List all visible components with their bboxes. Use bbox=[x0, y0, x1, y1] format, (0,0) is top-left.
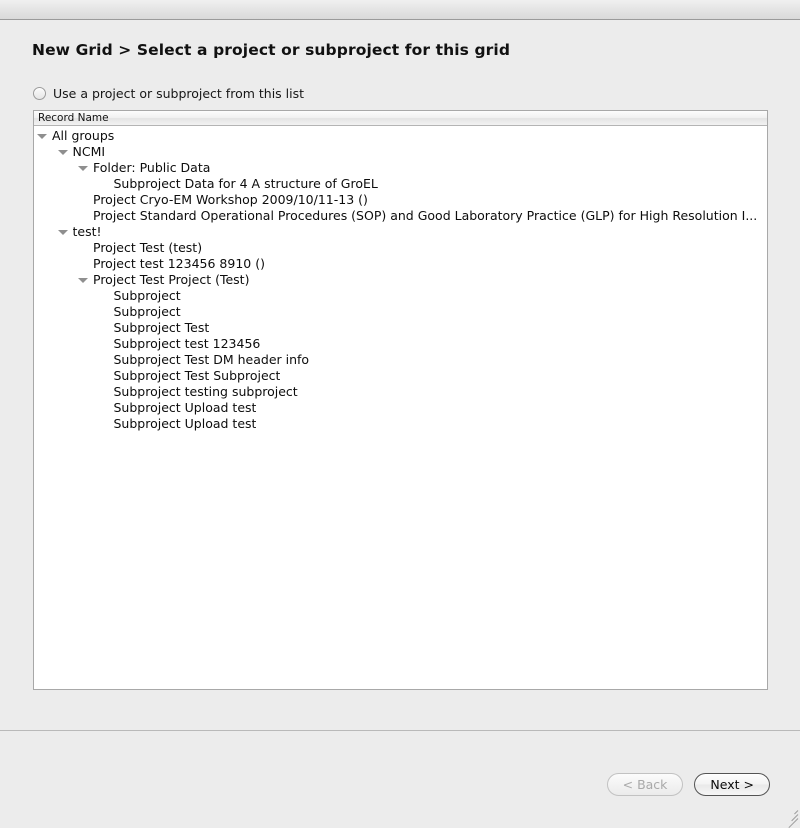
window-titlebar[interactable] bbox=[0, 0, 800, 20]
project-tree[interactable]: All groups NCMI Folder: Public Data Subproj… bbox=[34, 126, 767, 432]
triangle-down-icon[interactable] bbox=[78, 278, 88, 283]
project-tree-panel[interactable]: Record Name All groups NCMI Folder: Public… bbox=[33, 110, 768, 690]
project-source-radio-option[interactable]: Use a project or subproject from this li… bbox=[33, 84, 304, 102]
tree-row-label: Subproject testing subproject bbox=[113, 384, 298, 399]
tree-row-label: Project Test Project (Test) bbox=[93, 272, 250, 287]
tree-row[interactable]: Subproject Test Subproject bbox=[34, 368, 767, 384]
resize-grip[interactable] bbox=[784, 806, 799, 828]
tree-row-label: Subproject Test Subproject bbox=[113, 368, 281, 383]
tree-row-label: Project Test (test) bbox=[93, 240, 203, 255]
tree-row[interactable]: test! bbox=[34, 224, 767, 240]
tree-row[interactable]: Subproject Upload test bbox=[34, 400, 767, 416]
tree-row[interactable]: Subproject Test DM header info bbox=[34, 352, 767, 368]
triangle-down-icon[interactable] bbox=[37, 134, 47, 139]
tree-row-label: test! bbox=[72, 224, 102, 239]
tree-row-label: Subproject bbox=[113, 304, 181, 319]
project-source-radio-label: Use a project or subproject from this li… bbox=[53, 85, 305, 101]
tree-row-label: Project test 123456 8910 () bbox=[93, 256, 265, 271]
footer-separator bbox=[0, 730, 800, 731]
tree-row-label: Project Standard Operational Procedures … bbox=[93, 208, 758, 223]
tree-row-label: NCMI bbox=[72, 144, 106, 159]
tree-row[interactable]: Subproject test 123456 bbox=[34, 336, 767, 352]
tree-row[interactable]: NCMI bbox=[34, 144, 767, 160]
tree-row[interactable]: Project Test (test) bbox=[34, 240, 767, 256]
radio-unchecked-icon[interactable] bbox=[33, 86, 46, 100]
wizard-content: New Grid > Select a project or subprojec… bbox=[0, 21, 800, 828]
wizard-button-bar: < Back Next > bbox=[606, 773, 770, 796]
column-header-record-name: Record Name bbox=[38, 112, 109, 124]
triangle-down-icon[interactable] bbox=[57, 150, 68, 155]
tree-row-label: Subproject bbox=[113, 288, 181, 303]
triangle-down-icon[interactable] bbox=[57, 230, 68, 235]
tree-row[interactable]: Project test 123456 8910 () bbox=[34, 256, 767, 272]
tree-row-label: All groups bbox=[52, 128, 115, 143]
tree-row-label: Subproject test 123456 bbox=[113, 336, 261, 351]
tree-row[interactable]: Project Standard Operational Procedures … bbox=[34, 208, 767, 224]
tree-row-label: Subproject Test DM header info bbox=[113, 352, 310, 367]
tree-row[interactable]: Subproject bbox=[34, 304, 767, 320]
tree-row-label: Project Cryo-EM Workshop 2009/10/11-13 (… bbox=[93, 192, 368, 207]
next-button[interactable]: Next > bbox=[694, 773, 770, 796]
page-title: New Grid > Select a project or subprojec… bbox=[32, 41, 511, 59]
tree-row[interactable]: Subproject Upload test bbox=[34, 416, 767, 432]
tree-row-label: Subproject Data for 4 A structure of Gro… bbox=[113, 176, 378, 191]
tree-row-label: Subproject Test bbox=[113, 320, 210, 335]
tree-row-label: Subproject Upload test bbox=[113, 416, 257, 431]
tree-row[interactable]: Project Test Project (Test) bbox=[34, 272, 767, 288]
tree-row-label: Subproject Upload test bbox=[113, 400, 257, 415]
back-button[interactable]: < Back bbox=[606, 773, 684, 796]
tree-row-label: Folder: Public Data bbox=[93, 160, 211, 175]
tree-row[interactable]: Subproject bbox=[34, 288, 767, 304]
tree-row[interactable]: Subproject Data for 4 A structure of Gro… bbox=[34, 176, 767, 192]
column-header-row[interactable]: Record Name bbox=[34, 111, 767, 126]
triangle-down-icon[interactable] bbox=[78, 166, 88, 171]
tree-row[interactable]: All groups bbox=[34, 128, 767, 144]
tree-row[interactable]: Project Cryo-EM Workshop 2009/10/11-13 (… bbox=[34, 192, 767, 208]
tree-row[interactable]: Subproject testing subproject bbox=[34, 384, 767, 400]
tree-row[interactable]: Subproject Test bbox=[34, 320, 767, 336]
tree-row[interactable]: Folder: Public Data bbox=[34, 160, 767, 176]
